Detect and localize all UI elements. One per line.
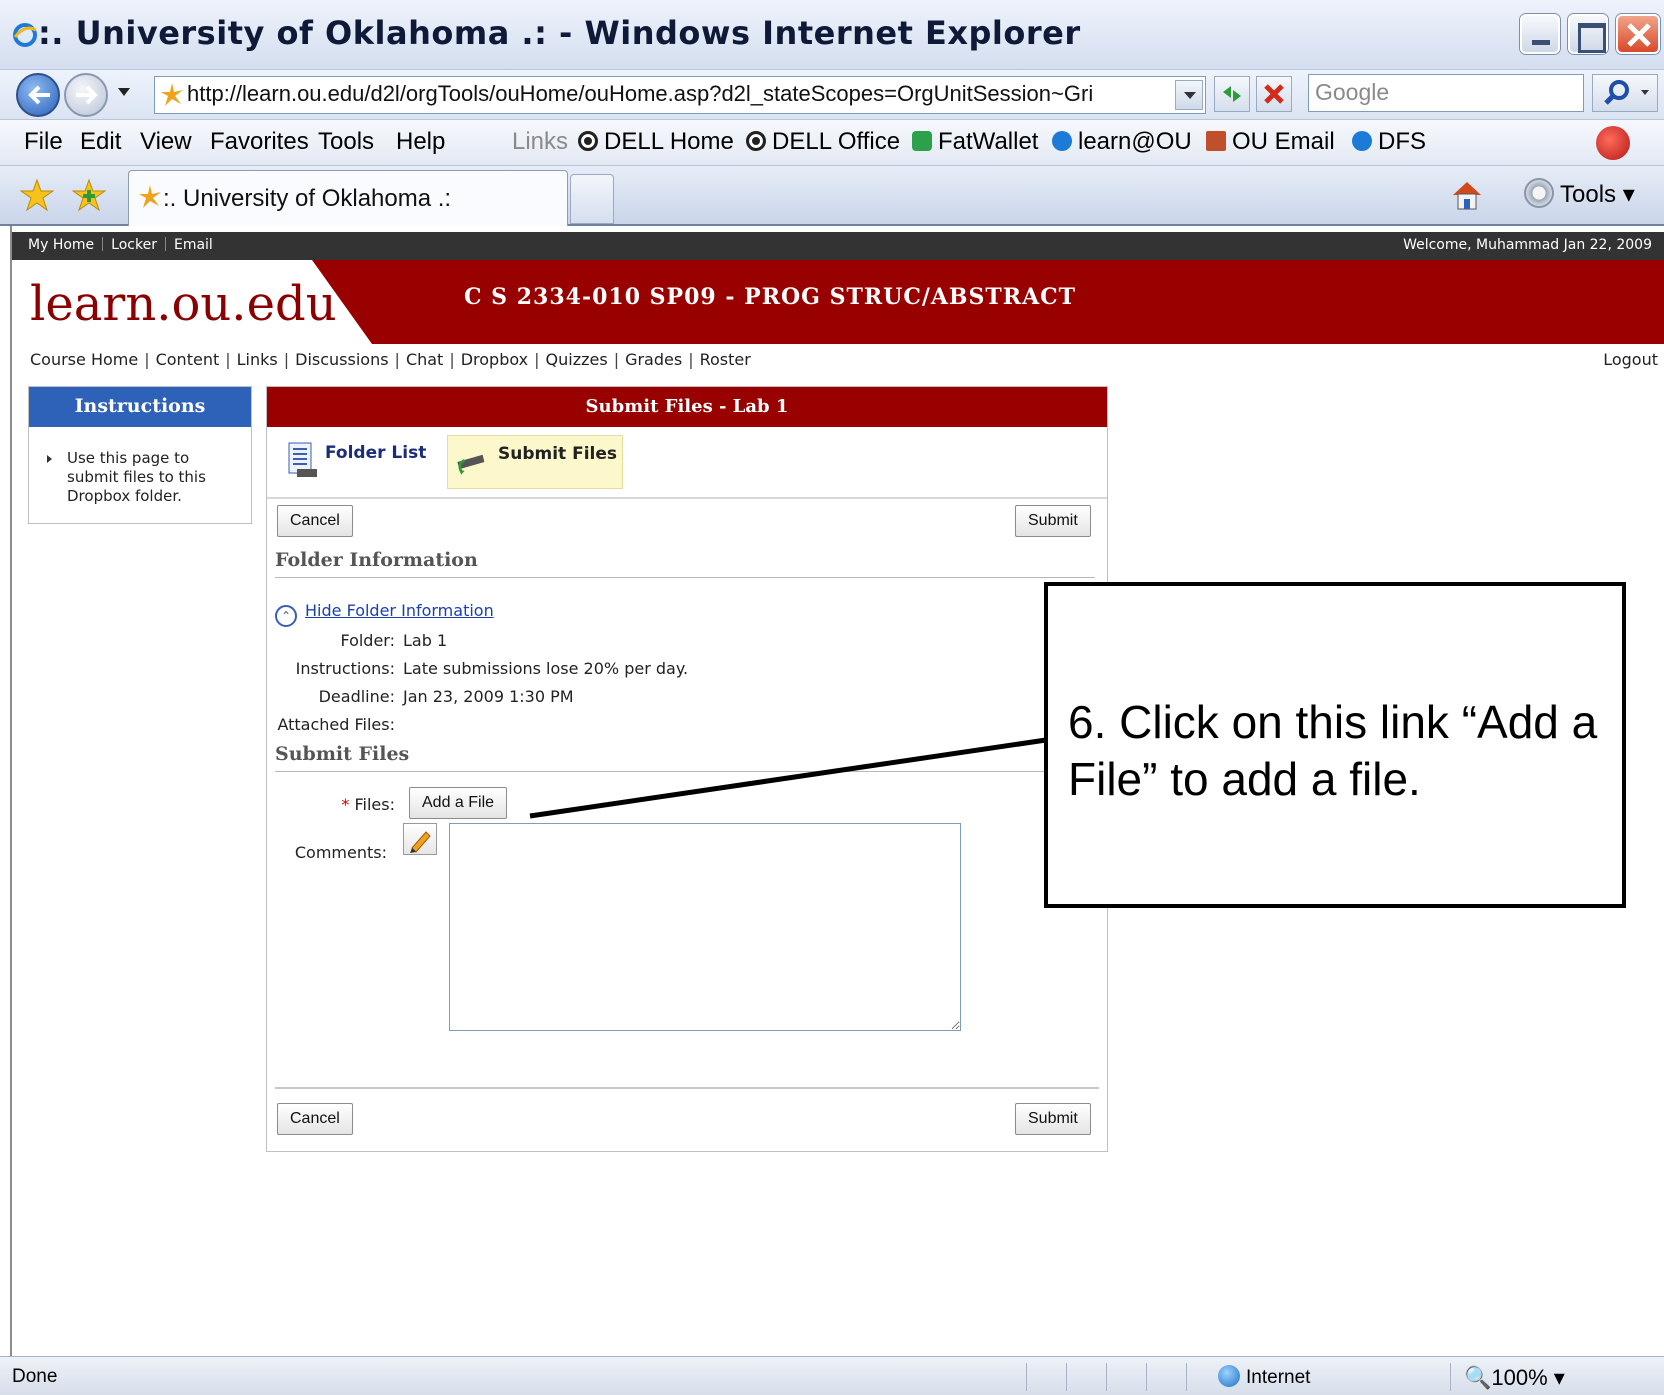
status-divider bbox=[1066, 1363, 1067, 1391]
callout-text: 6. Click on this link “Add a File” to ad… bbox=[1068, 696, 1598, 805]
status-bar: Done Internet 🔍100% ▾ bbox=[0, 1356, 1664, 1395]
status-divider bbox=[1106, 1363, 1107, 1391]
status-text: Done bbox=[12, 1366, 58, 1387]
zone-label: Internet bbox=[1246, 1367, 1311, 1388]
status-divider bbox=[1026, 1363, 1027, 1391]
zoom-control[interactable]: 🔍100% ▾ bbox=[1464, 1365, 1565, 1391]
status-divider bbox=[1186, 1363, 1187, 1391]
callout-box: 6. Click on this link “Add a File” to ad… bbox=[1044, 582, 1626, 908]
globe-icon bbox=[1218, 1365, 1240, 1387]
status-divider bbox=[1450, 1363, 1451, 1391]
status-divider bbox=[1146, 1363, 1147, 1391]
security-zone[interactable]: Internet bbox=[1218, 1365, 1310, 1389]
zoom-level: 100% bbox=[1491, 1365, 1548, 1390]
